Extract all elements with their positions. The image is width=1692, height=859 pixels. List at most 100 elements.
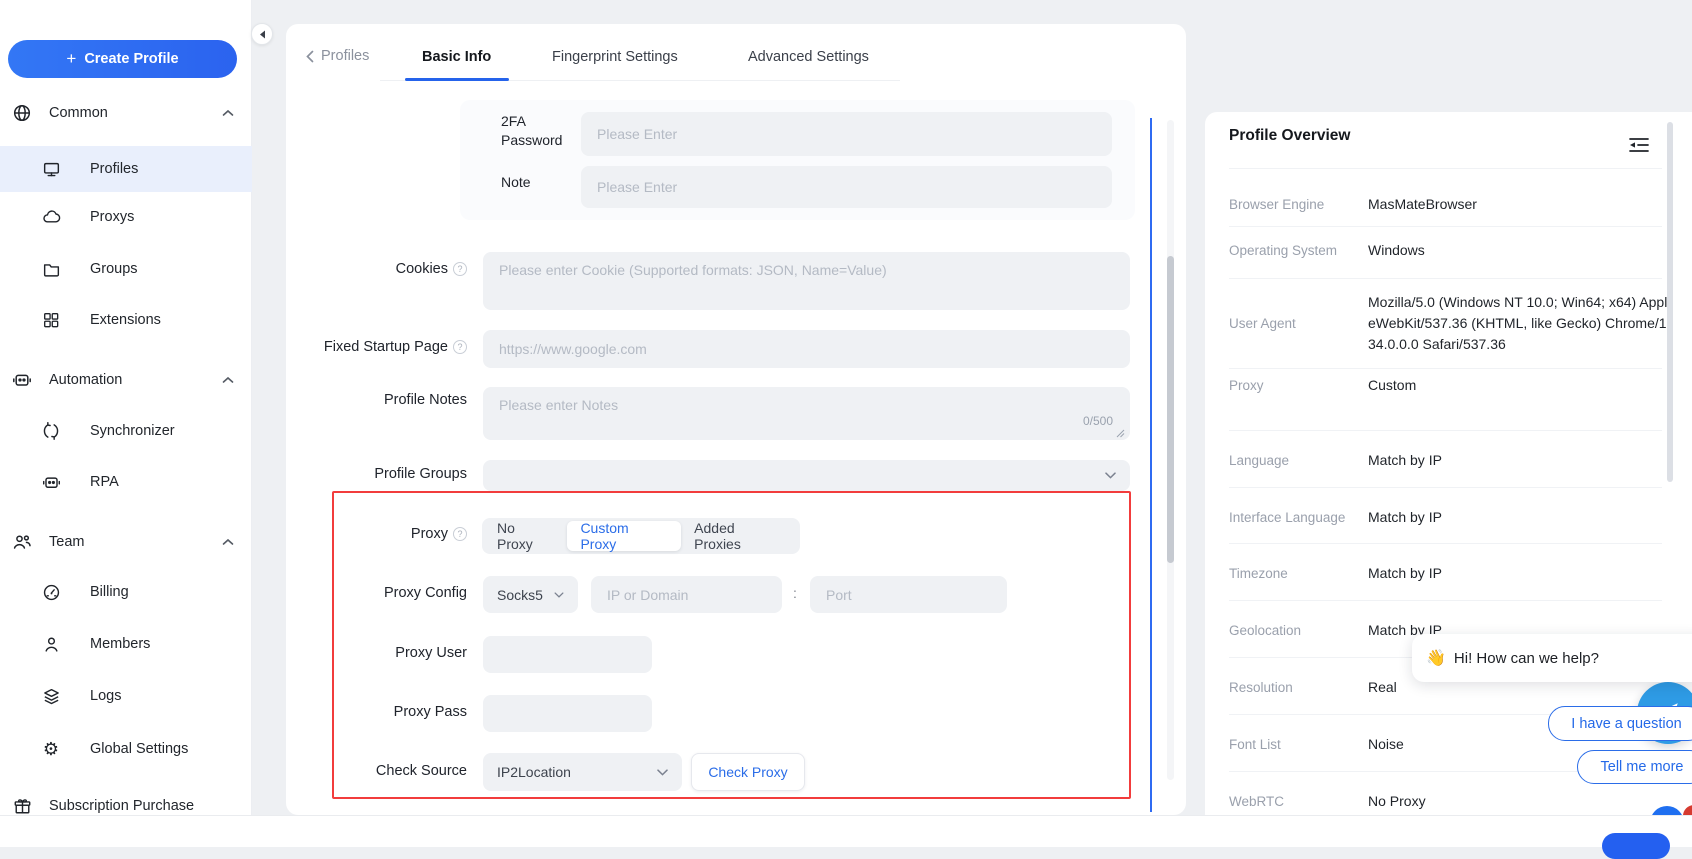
divider	[1229, 543, 1662, 544]
sidebar-item-billing[interactable]: Billing	[0, 570, 252, 614]
check-proxy-button[interactable]: Check Proxy	[691, 753, 805, 791]
proxy-mode-added-proxies[interactable]: Added Proxies	[681, 521, 798, 551]
note-input[interactable]	[581, 166, 1112, 208]
divider	[1229, 430, 1662, 431]
sidebar-item-label: Extensions	[90, 312, 161, 328]
chevron-down-icon	[554, 592, 564, 598]
plus-icon: +	[66, 49, 76, 69]
create-profile-button[interactable]: + Create Profile	[8, 40, 237, 78]
sidebar-item-profiles[interactable]: Profiles	[0, 146, 252, 192]
collapse-panel-icon[interactable]	[1629, 137, 1649, 153]
sidebar-group-common[interactable]: Common	[0, 91, 252, 135]
proxy-protocol-value: Socks5	[497, 587, 543, 603]
gauge-icon	[40, 583, 62, 602]
sync-icon	[40, 422, 62, 440]
back-label: Profiles	[321, 48, 369, 64]
proxy-user-input[interactable]	[483, 636, 652, 673]
profile-groups-select[interactable]	[483, 460, 1130, 491]
overview-row-interface-language: Interface Language Match by IP	[1229, 497, 1669, 537]
proxy-pass-input[interactable]	[483, 695, 652, 732]
main-scrollbar-thumb[interactable]	[1167, 256, 1174, 563]
help-icon[interactable]: ?	[453, 262, 467, 276]
sidebar-item-members[interactable]: Members	[0, 622, 252, 666]
profile-groups-label-row: Profile Groups	[297, 466, 467, 482]
cookies-label-row: Cookies ?	[297, 261, 467, 277]
proxy-protocol-select[interactable]: Socks5	[483, 576, 578, 613]
proxy-pass-label: Proxy Pass	[394, 704, 467, 720]
row-label: Geolocation	[1229, 623, 1368, 638]
row-label: Font List	[1229, 737, 1368, 752]
sidebar-item-synchronizer[interactable]: Synchronizer	[0, 409, 252, 453]
tab-advanced-settings[interactable]: Advanced Settings	[748, 49, 869, 65]
overview-row-operating-system: Operating System Windows	[1229, 230, 1669, 270]
cookies-label: Cookies	[396, 261, 448, 277]
proxy-config-label-row: Proxy Config	[297, 585, 467, 601]
note-label: Note	[501, 174, 531, 190]
row-label: User Agent	[1229, 316, 1368, 331]
overview-scrollbar-thumb[interactable]	[1667, 122, 1673, 482]
panel-divider-line[interactable]	[1150, 118, 1152, 812]
row-value: Match by IP	[1368, 507, 1669, 528]
cookies-textarea[interactable]	[483, 252, 1130, 310]
help-icon[interactable]: ?	[453, 340, 467, 354]
row-value: Mozilla/5.0 (Windows NT 10.0; Win64; x64…	[1368, 292, 1669, 355]
help-icon[interactable]: ?	[453, 527, 467, 541]
chevron-up-icon	[222, 538, 234, 546]
wave-emoji: 👋	[1426, 648, 1446, 668]
sidebar-item-groups[interactable]: Groups	[0, 247, 252, 291]
fixed-startup-input[interactable]	[483, 330, 1130, 368]
sidebar-group-automation[interactable]: Automation	[0, 358, 252, 402]
twofa-password-input[interactable]	[581, 112, 1112, 156]
check-source-label: Check Source	[376, 763, 467, 779]
divider	[1229, 600, 1662, 601]
footer-action-button[interactable]	[1602, 833, 1670, 859]
resize-handle-icon[interactable]	[1116, 429, 1125, 438]
overview-title: Profile Overview	[1229, 127, 1350, 145]
tab-fingerprint-settings[interactable]: Fingerprint Settings	[552, 49, 678, 65]
overview-row-timezone: Timezone Match by IP	[1229, 553, 1669, 593]
sidebar-item-label: Members	[90, 636, 150, 652]
sidebar-item-label: Synchronizer	[90, 423, 175, 439]
proxy-mode-no-proxy[interactable]: No Proxy	[484, 521, 567, 551]
chevron-up-icon	[222, 109, 234, 117]
chevron-up-icon	[222, 376, 234, 384]
profile-groups-label: Profile Groups	[374, 466, 467, 482]
gear-icon: ⚙	[40, 740, 62, 758]
chat-quick-reply-question[interactable]: I have a question	[1548, 706, 1692, 741]
row-value: MasMateBrowser	[1368, 194, 1669, 215]
sidebar-item-label: RPA	[90, 474, 119, 490]
proxy-ip-input[interactable]	[591, 576, 782, 613]
divider	[1229, 487, 1662, 488]
profile-notes-label: Profile Notes	[384, 392, 467, 408]
sidebar-item-global-settings[interactable]: ⚙ Global Settings	[0, 727, 252, 771]
sidebar-item-extensions[interactable]: Extensions	[0, 298, 252, 342]
proxy-mode-custom-proxy[interactable]: Custom Proxy	[567, 521, 681, 551]
row-label: Proxy	[1229, 378, 1368, 393]
profile-notes-textarea[interactable]	[483, 387, 1130, 440]
sidebar-item-logs[interactable]: Logs	[0, 674, 252, 718]
sidebar-collapse-button[interactable]	[251, 23, 273, 45]
layers-icon	[40, 687, 62, 706]
divider	[1229, 168, 1662, 169]
sidebar-group-team[interactable]: Team	[0, 520, 252, 564]
chat-greeting-bubble[interactable]: 👋 Hi! How can we help?	[1412, 634, 1692, 682]
row-value: Match by IP	[1368, 563, 1669, 584]
divider	[1229, 278, 1662, 279]
fixed-startup-label-row: Fixed Startup Page ?	[297, 339, 467, 355]
row-label: Timezone	[1229, 566, 1368, 581]
tab-basic-info[interactable]: Basic Info	[422, 49, 491, 65]
sidebar-item-rpa[interactable]: RPA	[0, 460, 252, 504]
monitor-icon	[40, 160, 62, 179]
proxy-port-input[interactable]	[810, 576, 1007, 613]
back-to-profiles[interactable]: Profiles	[306, 48, 369, 64]
globe-icon	[11, 103, 33, 123]
sidebar-item-proxys[interactable]: Proxys	[0, 195, 252, 239]
chat-greeting-text: Hi! How can we help?	[1454, 650, 1599, 667]
footer-bar	[0, 815, 1692, 847]
sidebar-item-label: Logs	[90, 688, 121, 704]
check-source-label-row: Check Source	[297, 763, 467, 779]
row-label: Browser Engine	[1229, 197, 1368, 212]
check-source-select[interactable]: IP2Location	[483, 753, 682, 791]
chat-quick-reply-tellme[interactable]: Tell me more	[1577, 750, 1692, 784]
proxy-config-label: Proxy Config	[384, 585, 467, 601]
